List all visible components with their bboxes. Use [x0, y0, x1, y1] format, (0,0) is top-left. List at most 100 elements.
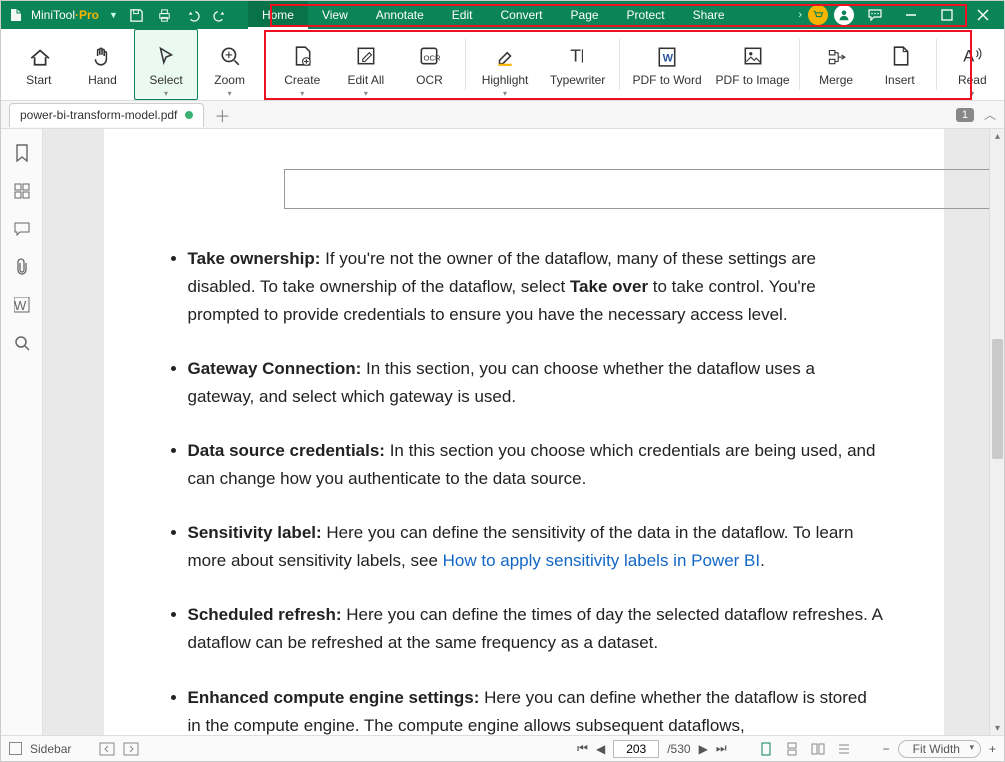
tool-label: Merge: [819, 73, 853, 87]
highlight-icon: [494, 43, 516, 69]
typewriter-icon: T: [567, 43, 589, 69]
pdf-page: Take ownership: If you're not the owner …: [104, 129, 944, 735]
separator: [265, 39, 266, 90]
tool-start[interactable]: Start: [7, 29, 71, 100]
dropdown-icon: ▾: [300, 89, 304, 98]
tool-label: PDF to Word: [633, 73, 702, 87]
title-dropdown-icon[interactable]: ▼: [109, 10, 118, 20]
file-tab[interactable]: power-bi-transform-model.pdf: [9, 103, 204, 127]
menu-home[interactable]: Home: [248, 1, 308, 29]
menu-share[interactable]: Share: [679, 1, 739, 29]
feedback-icon[interactable]: [860, 1, 890, 29]
menu-protect[interactable]: Protect: [613, 1, 679, 29]
editall-icon: [355, 43, 377, 69]
vertical-scrollbar[interactable]: ▴ ▾: [989, 129, 1004, 735]
zoom-out-icon[interactable]: −: [883, 742, 890, 756]
undo-icon[interactable]: [184, 6, 202, 24]
maximize-button[interactable]: [932, 1, 962, 29]
tool-insert[interactable]: Insert: [868, 29, 932, 100]
document-viewport[interactable]: Take ownership: If you're not the owner …: [43, 129, 1004, 735]
status-bar: Sidebar ⏮ ◀ /530 ▶ ⏭ − Fit Width +: [1, 735, 1004, 761]
svg-text:OCR: OCR: [424, 53, 441, 62]
list-item: Data source credentials: In this section…: [188, 437, 884, 493]
title-right-controls: ›: [798, 1, 1004, 29]
menu-overflow-icon[interactable]: ›: [798, 9, 802, 21]
main-area: W Take ownership: If you're not the owne…: [1, 129, 1004, 735]
prev-page-icon[interactable]: ◀: [596, 742, 605, 756]
dropdown-icon: ▾: [364, 89, 368, 98]
menu-page[interactable]: Page: [557, 1, 613, 29]
zoom-in-icon[interactable]: +: [989, 742, 996, 756]
tool-read[interactable]: ARead▾: [941, 29, 1005, 100]
prev-view-icon[interactable]: [99, 742, 115, 756]
two-page-view-icon[interactable]: [809, 740, 827, 758]
tool-highlight[interactable]: Highlight▾: [470, 29, 540, 100]
last-page-icon[interactable]: ⏭: [716, 741, 727, 756]
new-tab-button[interactable]: ＋: [214, 103, 230, 127]
read-mode-icon[interactable]: [835, 740, 853, 758]
ribbon-toolbar: StartHandSelect▾Zoom▾Create▾Edit All▾OCR…: [1, 29, 1004, 101]
tool-editall[interactable]: Edit All▾: [334, 29, 398, 100]
sidebar-label[interactable]: Sidebar: [30, 742, 71, 756]
redo-icon[interactable]: [212, 6, 230, 24]
tool-label: Read: [958, 73, 987, 87]
svg-text:W: W: [14, 298, 27, 313]
tool-merge[interactable]: Merge: [804, 29, 868, 100]
tool-select[interactable]: Select▾: [134, 29, 198, 100]
tool-label: Create: [284, 73, 320, 87]
menu-annotate[interactable]: Annotate: [362, 1, 438, 29]
minimize-button[interactable]: [896, 1, 926, 29]
sidebar-toggle-icon[interactable]: [9, 742, 22, 755]
next-view-icon[interactable]: [123, 742, 139, 756]
list-item: Enhanced compute engine settings: Here y…: [188, 684, 884, 735]
print-icon[interactable]: [156, 6, 174, 24]
menu-edit[interactable]: Edit: [438, 1, 487, 29]
bookmarks-icon[interactable]: [12, 143, 32, 163]
tool-label: Typewriter: [550, 73, 605, 87]
ocr-icon: OCR: [418, 43, 440, 69]
continuous-view-icon[interactable]: [783, 740, 801, 758]
search-icon[interactable]: [12, 333, 32, 353]
page-number-input[interactable]: [613, 740, 659, 758]
tool-label: OCR: [416, 73, 443, 87]
close-button[interactable]: [968, 1, 998, 29]
scrollbar-thumb[interactable]: [992, 339, 1003, 459]
tool-zoom[interactable]: Zoom▾: [198, 29, 262, 100]
tool-label: Insert: [885, 73, 915, 87]
thumbnails-icon[interactable]: [12, 181, 32, 201]
scroll-up-icon[interactable]: ▴: [992, 129, 1003, 143]
tool-label: Select: [149, 73, 182, 87]
select-icon: [155, 43, 177, 69]
save-icon[interactable]: [128, 6, 146, 24]
first-page-icon[interactable]: ⏮: [577, 741, 588, 756]
attachments-icon[interactable]: [12, 257, 32, 277]
tool-create[interactable]: Create ▾: [270, 29, 334, 100]
tool-pdf2word[interactable]: WPDF to Word: [624, 29, 709, 100]
svg-text:T: T: [570, 45, 581, 65]
dropdown-icon: ▾: [503, 89, 507, 98]
scroll-down-icon[interactable]: ▾: [992, 721, 1003, 735]
comments-icon[interactable]: [12, 219, 32, 239]
app-logo-icon: [7, 6, 25, 24]
svg-text:A: A: [964, 47, 975, 65]
single-page-view-icon[interactable]: [757, 740, 775, 758]
list-item: Scheduled refresh: Here you can define t…: [188, 601, 884, 657]
next-page-icon[interactable]: ▶: [699, 742, 708, 756]
content-link[interactable]: How to apply sensitivity labels in Power…: [443, 551, 760, 570]
document-content-list: Take ownership: If you're not the owner …: [164, 245, 884, 735]
zoom-icon: [219, 43, 241, 69]
menu-convert[interactable]: Convert: [486, 1, 556, 29]
cart-icon[interactable]: [808, 5, 828, 25]
collapse-ribbon-icon[interactable]: ︿: [984, 106, 996, 123]
account-icon[interactable]: [834, 5, 854, 25]
tool-typewriter[interactable]: T Typewriter: [540, 29, 616, 100]
main-menu: Home View Annotate Edit Convert Page Pro…: [248, 1, 739, 29]
menu-view[interactable]: View: [308, 1, 362, 29]
zoom-mode-select[interactable]: Fit Width: [898, 740, 981, 758]
form-icon[interactable]: W: [12, 295, 32, 315]
separator: [936, 39, 937, 90]
tool-pdf2image[interactable]: PDF to Image: [710, 29, 795, 100]
quick-access-toolbar: [128, 6, 230, 24]
tool-ocr[interactable]: OCR OCR: [398, 29, 462, 100]
tool-hand[interactable]: Hand: [71, 29, 135, 100]
